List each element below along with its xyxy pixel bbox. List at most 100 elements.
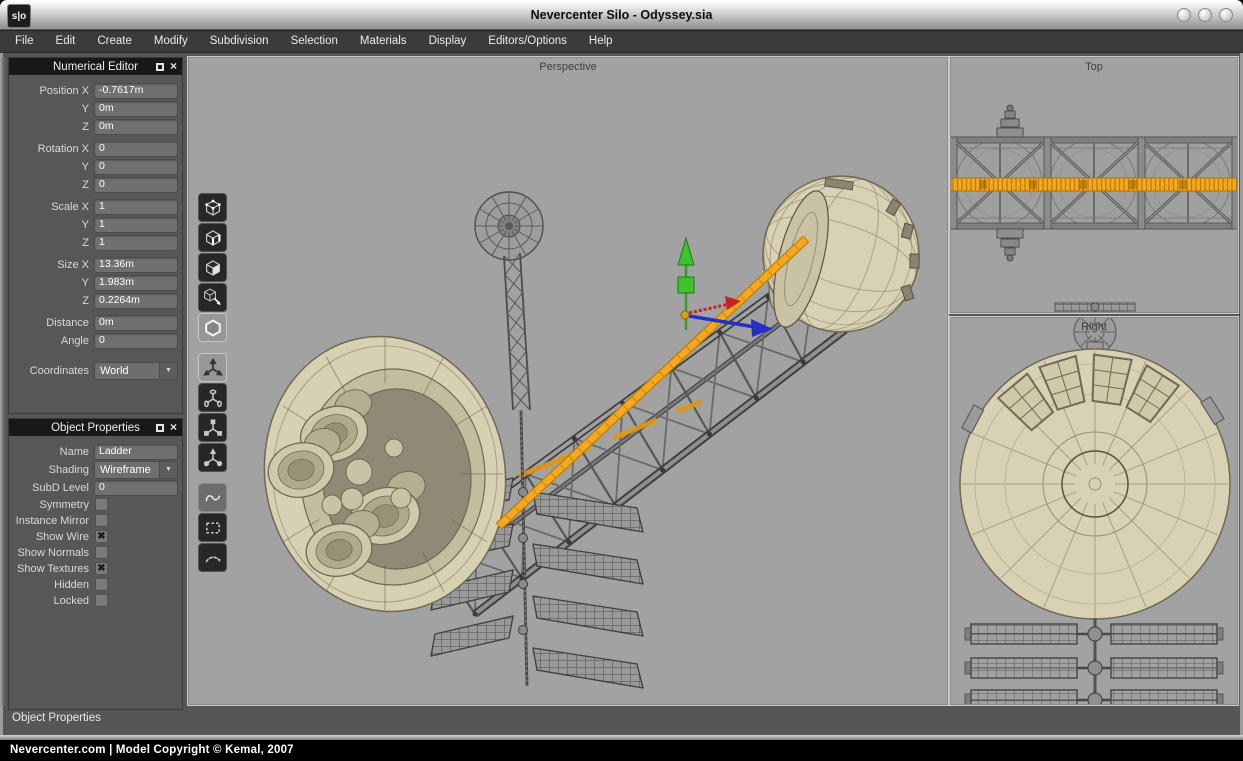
menu-create[interactable]: Create bbox=[86, 31, 143, 52]
show-textures-checkbox[interactable]: ✖ bbox=[95, 562, 108, 575]
object-properties-titlebar[interactable]: Object Properties × bbox=[9, 419, 182, 436]
z-input[interactable]: 0 bbox=[94, 177, 178, 193]
field-label: Y bbox=[9, 103, 94, 115]
object-mode-button[interactable] bbox=[198, 313, 227, 342]
paint-select-button[interactable] bbox=[198, 543, 227, 572]
field-row-show-normals: Show Normals bbox=[9, 545, 178, 560]
perspective-viewport[interactable]: Perspective bbox=[188, 57, 948, 705]
field-label: Distance bbox=[9, 317, 94, 329]
field-row-show-textures: Show Textures✖ bbox=[9, 561, 178, 576]
menu-display[interactable]: Display bbox=[418, 31, 478, 52]
show-wire-checkbox[interactable]: ✖ bbox=[95, 530, 108, 543]
menu-edit[interactable]: Edit bbox=[45, 31, 87, 52]
field-label: Y bbox=[9, 277, 94, 289]
chevron-down-icon[interactable]: ▼ bbox=[159, 363, 177, 379]
menu-materials[interactable]: Materials bbox=[349, 31, 418, 52]
field-row-hidden: Hidden bbox=[9, 577, 178, 592]
rect-select-icon bbox=[203, 518, 223, 538]
dish-antenna[interactable] bbox=[475, 192, 543, 410]
perspective-scene[interactable] bbox=[189, 58, 947, 704]
numerical-editor-titlebar[interactable]: Numerical Editor × bbox=[9, 58, 182, 75]
y-input[interactable]: 1 bbox=[94, 217, 178, 233]
lasso-select-button[interactable] bbox=[198, 483, 227, 512]
habitat-sphere[interactable] bbox=[745, 158, 937, 350]
chevron-down-icon[interactable]: ▼ bbox=[159, 462, 177, 478]
numerical-editor-panel: Numerical Editor × Position X-0.7617mY0m… bbox=[8, 57, 183, 414]
z-input[interactable]: 1 bbox=[94, 235, 178, 251]
vertex-mode-button[interactable] bbox=[198, 193, 227, 222]
instance-mirror-checkbox[interactable] bbox=[95, 514, 108, 527]
manipulator-pivot[interactable] bbox=[681, 311, 689, 319]
field-row-instance-mirror: Instance Mirror bbox=[9, 513, 178, 528]
distance-input[interactable]: 0m bbox=[94, 315, 178, 331]
rotation-x-input[interactable]: 0 bbox=[94, 141, 178, 157]
object-properties-rows: NameLadderShadingWireframe▼SubD Level0Sy… bbox=[9, 436, 182, 608]
locked-checkbox[interactable] bbox=[95, 594, 108, 607]
right-viewport[interactable]: Right bbox=[950, 317, 1238, 705]
menu-help[interactable]: Help bbox=[578, 31, 624, 52]
field-row-coordinates: CoordinatesWorld▼ bbox=[9, 362, 178, 379]
top-view-selected-ladder[interactable] bbox=[951, 178, 1237, 191]
perspective-viewport-label: Perspective bbox=[189, 61, 947, 73]
menu-editors-options[interactable]: Editors/Options bbox=[477, 31, 578, 52]
multi-mode-button[interactable] bbox=[198, 283, 227, 312]
y-input[interactable]: 0m bbox=[94, 101, 178, 117]
object-mode-icon bbox=[203, 318, 223, 338]
field-label: Coordinates bbox=[9, 365, 94, 377]
top-scene[interactable] bbox=[951, 58, 1237, 312]
panel-detach-icon[interactable] bbox=[156, 424, 164, 432]
window-controls bbox=[1177, 8, 1233, 22]
panel-close-icon[interactable]: × bbox=[170, 62, 177, 71]
angle-input[interactable]: 0 bbox=[94, 333, 178, 349]
name-input[interactable]: Ladder bbox=[94, 444, 178, 460]
menu-selection[interactable]: Selection bbox=[280, 31, 349, 52]
right-view-model[interactable] bbox=[960, 318, 1230, 704]
field-label: Show Wire bbox=[9, 531, 94, 543]
subd-level-input[interactable]: 0 bbox=[94, 480, 178, 496]
show-normals-checkbox[interactable] bbox=[95, 546, 108, 559]
field-row-angle: Angle0 bbox=[9, 332, 178, 349]
symmetry-checkbox[interactable] bbox=[95, 498, 108, 511]
field-row-subd-level: SubD Level0 bbox=[9, 479, 178, 496]
field-row-y: Y0m bbox=[9, 100, 178, 117]
move-tool-button[interactable] bbox=[198, 353, 227, 382]
minimize-button[interactable] bbox=[1177, 8, 1191, 22]
right-scene[interactable] bbox=[951, 318, 1237, 704]
rotate-tool-button[interactable] bbox=[198, 383, 227, 412]
toolbar-group-2 bbox=[198, 353, 227, 472]
field-label: Y bbox=[9, 161, 94, 173]
panel-detach-icon[interactable] bbox=[156, 63, 164, 71]
z-input[interactable]: 0.2264m bbox=[94, 293, 178, 309]
maximize-button[interactable] bbox=[1198, 8, 1212, 22]
scale-x-input[interactable]: 1 bbox=[94, 199, 178, 215]
hidden-checkbox[interactable] bbox=[95, 578, 108, 591]
sidebar-grip[interactable] bbox=[2, 57, 7, 705]
z-input[interactable]: 0m bbox=[94, 119, 178, 135]
toolbar-group-3 bbox=[198, 483, 227, 572]
menu-modify[interactable]: Modify bbox=[143, 31, 199, 52]
object-properties-panel: Object Properties × NameLadderShadingWir… bbox=[8, 418, 183, 710]
top-viewport[interactable]: Top bbox=[950, 57, 1238, 313]
scale-tool-button[interactable] bbox=[198, 413, 227, 442]
position-x-input[interactable]: -0.7617m bbox=[94, 83, 178, 99]
paint-select-icon bbox=[203, 548, 223, 568]
y-input[interactable]: 0 bbox=[94, 159, 178, 175]
top-view-model[interactable] bbox=[951, 105, 1237, 312]
close-button[interactable] bbox=[1219, 8, 1233, 22]
face-mode-button[interactable] bbox=[198, 253, 227, 282]
coordinates-dropdown[interactable]: World▼ bbox=[94, 362, 178, 380]
y-input[interactable]: 1.983m bbox=[94, 275, 178, 291]
selected-ladder[interactable] bbox=[496, 236, 808, 529]
title-bar[interactable]: s|o Nevercenter Silo - Odyssey.sia bbox=[0, 0, 1243, 30]
universal-manipulator-button[interactable] bbox=[198, 443, 227, 472]
field-label: Z bbox=[9, 179, 94, 191]
edge-mode-button[interactable] bbox=[198, 223, 227, 252]
field-row-position-x: Position X-0.7617m bbox=[9, 82, 178, 99]
menu-file[interactable]: File bbox=[4, 31, 45, 52]
shading-dropdown[interactable]: Wireframe▼ bbox=[94, 461, 178, 479]
rect-select-button[interactable] bbox=[198, 513, 227, 542]
menu-subdivision[interactable]: Subdivision bbox=[199, 31, 280, 52]
panel-close-icon[interactable]: × bbox=[170, 423, 177, 432]
size-x-input[interactable]: 13.36m bbox=[94, 257, 178, 273]
manipulator-y-cube[interactable] bbox=[678, 277, 694, 293]
